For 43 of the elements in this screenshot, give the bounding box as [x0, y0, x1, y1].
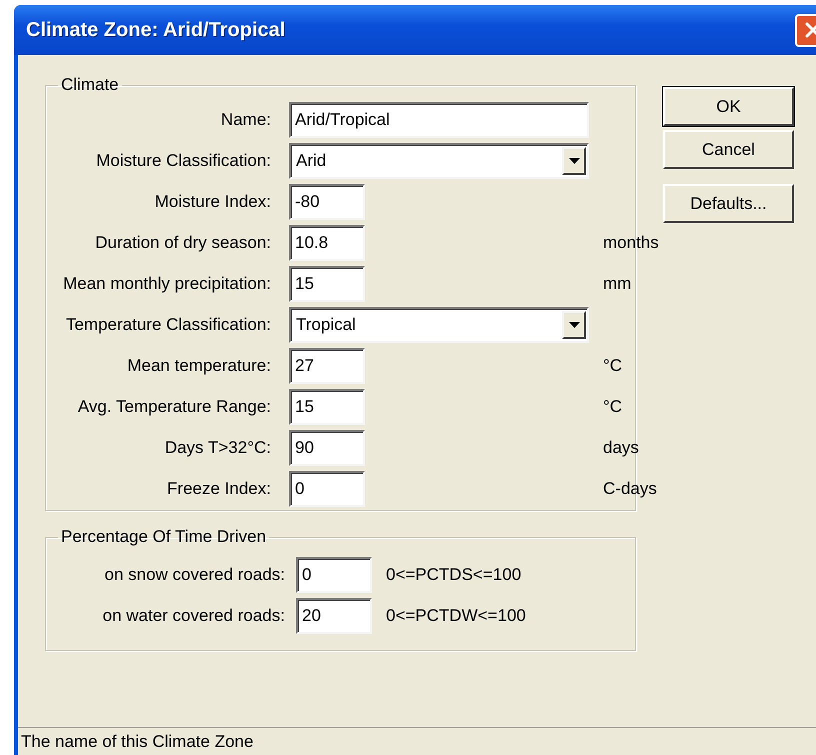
window-title: Climate Zone: Arid/Tropical	[26, 18, 286, 43]
field-label: Avg. Temperature Range:	[78, 396, 271, 418]
field-label: on water covered roads:	[102, 605, 285, 628]
dropdown-button[interactable]	[562, 147, 586, 175]
input-field[interactable]: 27	[289, 348, 365, 384]
dropdown[interactable]: Tropical	[289, 307, 589, 343]
input-field[interactable]: 90	[289, 430, 365, 466]
field-label: Mean monthly precipitation:	[63, 273, 271, 296]
status-text: The name of this Climate Zone	[21, 730, 254, 753]
dialog-button[interactable]: Cancel	[663, 130, 794, 169]
field-label: Moisture Index:	[154, 191, 271, 214]
dropdown-button[interactable]	[562, 311, 586, 339]
unit-label: 0<=PCTDW<=100	[386, 605, 527, 628]
unit-label: days	[603, 437, 640, 460]
dialog-button[interactable]: OK	[663, 87, 794, 126]
caret-icon	[568, 158, 580, 164]
dropdown[interactable]: Arid	[289, 143, 589, 179]
input-field[interactable]: 15	[289, 266, 365, 302]
group-title: Climate	[60, 75, 120, 95]
dialog-button[interactable]: Defaults...	[663, 184, 794, 223]
unit-label: 0<=PCTDS<=100	[386, 564, 522, 586]
field-label: Name:	[220, 109, 271, 132]
field-label: Duration of dry season:	[95, 232, 271, 254]
input-field[interactable]: 0	[296, 557, 372, 593]
input-field[interactable]: 20	[296, 598, 372, 634]
field-label: Days T>32°C:	[164, 437, 271, 460]
unit-label: °C	[603, 355, 624, 378]
input-field[interactable]: 15	[289, 389, 365, 425]
unit-label: mm	[603, 273, 632, 296]
field-label: Mean temperature:	[127, 355, 271, 378]
unit-label: C-days	[603, 478, 658, 500]
unit-label: °C	[603, 396, 624, 418]
field-label: Freeze Index:	[167, 478, 271, 500]
caret-icon	[568, 322, 580, 328]
group-title: Percentage Of Time Driven	[60, 527, 268, 547]
input-field[interactable]: -80	[289, 184, 365, 220]
unit-label: months	[603, 232, 659, 254]
input-field[interactable]: Arid/Tropical	[289, 102, 589, 138]
field-label: Temperature Classification:	[66, 314, 271, 336]
input-field[interactable]: 0	[289, 471, 365, 507]
input-field[interactable]: 10.8	[289, 225, 365, 261]
field-label: on snow covered roads:	[104, 564, 285, 586]
field-label: Moisture Classification:	[96, 150, 271, 172]
